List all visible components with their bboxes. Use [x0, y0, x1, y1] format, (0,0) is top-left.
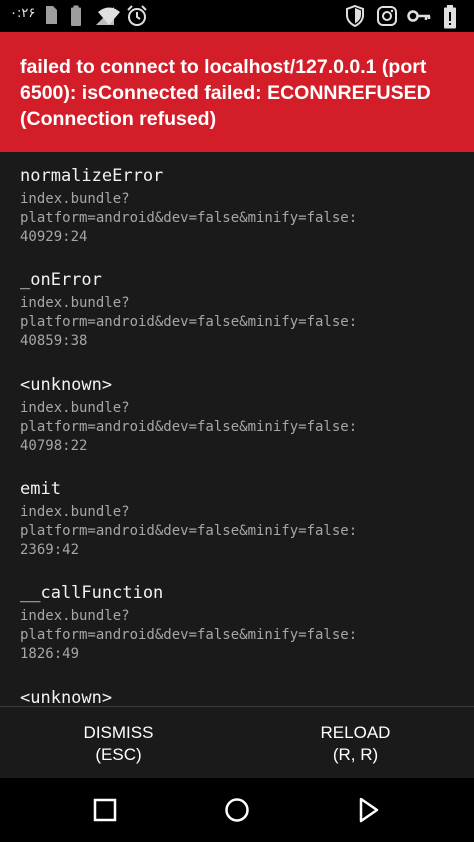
sim-card-icon — [46, 6, 57, 24]
stack-frame-function: <unknown> — [20, 688, 113, 706]
stack-frame-location: index.bundle? platform=android&dev=false… — [20, 608, 358, 662]
reload-button[interactable]: RELOAD (R, R) — [237, 707, 474, 779]
stack-frame-function: _onError — [20, 270, 102, 290]
stack-frame-function: __callFunction — [20, 583, 164, 603]
error-message: failed to connect to localhost/127.0.0.1… — [20, 56, 431, 130]
stack-frame-location: index.bundle? platform=android&dev=false… — [20, 191, 358, 245]
reload-shortcut: (R, R) — [332, 745, 379, 764]
recents-square-icon[interactable] — [87, 792, 123, 828]
stack-frame[interactable]: __callFunction index.bundle? platform=an… — [20, 581, 460, 664]
dismiss-label: DISMISS — [83, 723, 154, 742]
shield-icon — [346, 5, 364, 27]
navigation-bar — [0, 778, 474, 842]
dismiss-shortcut: (ESC) — [95, 745, 142, 764]
stack-frame[interactable]: <unknown> — [20, 686, 460, 706]
stack-frame-function: <unknown> — [20, 375, 113, 395]
stack-frame[interactable]: _onError index.bundle? platform=android&… — [20, 268, 460, 351]
dismiss-button[interactable]: DISMISS (ESC) — [0, 707, 237, 779]
stack-frame[interactable]: <unknown> index.bundle? platform=android… — [20, 373, 460, 456]
wifi-icon — [98, 7, 120, 25]
action-bar: DISMISS (ESC) RELOAD (R, R) — [0, 706, 474, 779]
status-time: ۰:۲۶ — [10, 6, 36, 21]
error-header: failed to connect to localhost/127.0.0.1… — [0, 32, 474, 152]
stack-frame-location: index.bundle? platform=android&dev=false… — [20, 504, 358, 558]
status-bar: ۰:۲۶ — [0, 0, 474, 32]
stack-frame[interactable]: emit index.bundle? platform=android&dev=… — [20, 477, 460, 560]
back-triangle-icon[interactable] — [350, 792, 386, 828]
stack-frame-function: emit — [20, 479, 61, 499]
stack-frame-function: normalizeError — [20, 166, 164, 186]
stack-frame-location: index.bundle? platform=android&dev=false… — [20, 295, 358, 349]
alarm-icon — [127, 5, 147, 26]
key-icon — [407, 10, 431, 22]
stack-trace[interactable]: normalizeError index.bundle? platform=an… — [0, 152, 474, 706]
instagram-icon — [377, 6, 397, 26]
battery-outline-icon — [71, 5, 81, 26]
home-circle-icon[interactable] — [219, 792, 255, 828]
reload-label: RELOAD — [320, 723, 391, 742]
stack-frame[interactable]: normalizeError index.bundle? platform=an… — [20, 164, 460, 247]
battery-alert-icon — [444, 5, 456, 29]
stack-frame-location: index.bundle? platform=android&dev=false… — [20, 400, 358, 454]
